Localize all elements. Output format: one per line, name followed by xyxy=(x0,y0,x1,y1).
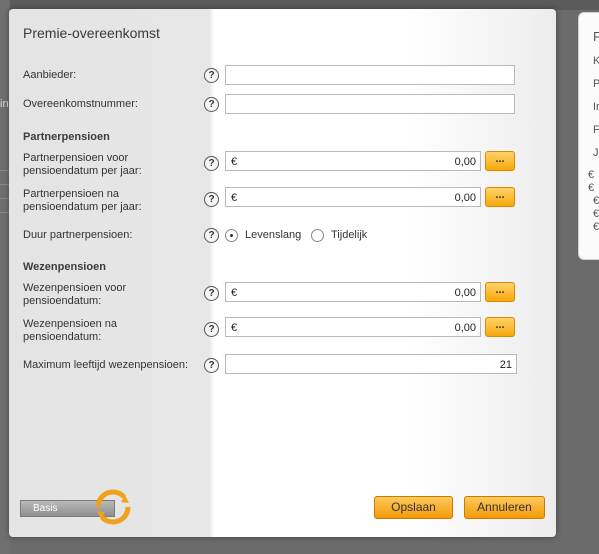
premie-overeenkomst-dialog: Premie-overeenkomst Aanbieder: ? Overeen… xyxy=(9,9,556,537)
label-line: pensioendatum: xyxy=(23,331,102,343)
wezenpensioen-voor-input[interactable]: € 0,00 xyxy=(225,282,481,302)
maximum-leeftijd-value: 21 xyxy=(499,359,512,371)
background-card-text: € xyxy=(593,195,599,207)
amount-value: 0,00 xyxy=(454,322,476,334)
background-card-text: P xyxy=(593,78,599,90)
radio-levenslang[interactable] xyxy=(225,229,238,242)
label-line: pensioendatum per jaar: xyxy=(23,165,142,177)
radio-levenslang-label: Levenslang xyxy=(245,229,302,241)
currency-symbol: € xyxy=(231,322,238,334)
label-line: pensioendatum: xyxy=(23,295,102,307)
section-partnerpensioen: Partnerpensioen xyxy=(23,131,110,143)
partnerpensioen-na-label: Partnerpensioen na pensioendatum per jaa… xyxy=(23,188,142,214)
currency-symbol: € xyxy=(231,156,238,168)
duur-partnerpensioen-label: Duur partnerpensioen: xyxy=(23,229,133,241)
wezenpensioen-na-input[interactable]: € 0,00 xyxy=(225,317,481,337)
background-card-text: € xyxy=(593,208,599,220)
help-icon[interactable]: ? xyxy=(204,286,219,301)
aanbieder-label: Aanbieder: xyxy=(23,69,77,81)
partnerpensioen-voor-more-button[interactable]: ... xyxy=(485,151,515,171)
help-icon[interactable]: ? xyxy=(204,97,219,112)
background-card-title: F xyxy=(593,29,599,44)
amount-value: 0,00 xyxy=(454,156,476,168)
save-button[interactable]: Opslaan xyxy=(374,496,453,519)
help-icon[interactable]: ? xyxy=(204,68,219,83)
sync-icon[interactable] xyxy=(95,489,131,525)
partnerpensioen-voor-input[interactable]: € 0,00 xyxy=(225,151,481,171)
background-card-text: K xyxy=(593,55,599,67)
help-icon[interactable]: ? xyxy=(204,228,219,243)
partnerpensioen-na-more-button[interactable]: ... xyxy=(485,187,515,207)
wezenpensioen-voor-label: Wezenpensioen voor pensioendatum: xyxy=(23,282,126,308)
amount-value: 0,00 xyxy=(454,287,476,299)
wezenpensioen-na-more-button[interactable]: ... xyxy=(485,317,515,337)
background-card-text: € xyxy=(593,221,599,233)
background-text: in xyxy=(0,98,9,110)
overeenkomstnummer-input[interactable] xyxy=(225,94,515,114)
label-line: pensioendatum per jaar: xyxy=(23,201,142,213)
dialog-title: Premie-overeenkomst xyxy=(23,25,160,41)
cancel-button[interactable]: Annuleren xyxy=(464,496,545,519)
label-line: Partnerpensioen voor xyxy=(23,152,129,164)
background-card-text: Ir xyxy=(593,101,599,113)
amount-value: 0,00 xyxy=(454,192,476,204)
radio-tijdelijk[interactable] xyxy=(311,229,324,242)
wezenpensioen-na-label: Wezenpensioen na pensioendatum: xyxy=(23,318,117,344)
help-icon[interactable]: ? xyxy=(204,322,219,337)
background-card-text: F xyxy=(593,124,599,136)
label-line: Partnerpensioen na xyxy=(23,188,120,200)
aanbieder-input[interactable] xyxy=(225,65,515,85)
currency-symbol: € xyxy=(231,287,238,299)
partnerpensioen-na-input[interactable]: € 0,00 xyxy=(225,187,481,207)
maximum-leeftijd-label: Maximum leeftijd wezenpensioen: xyxy=(23,359,189,371)
section-wezenpensioen: Wezenpensioen xyxy=(23,261,106,273)
background-card: F K P Ir F Ja € € € € € xyxy=(578,12,599,260)
label-line: Wezenpensioen na xyxy=(23,318,117,330)
help-icon[interactable]: ? xyxy=(204,358,219,373)
overeenkomstnummer-label: Overeenkomstnummer: xyxy=(23,98,138,110)
radio-tijdelijk-label: Tijdelijk xyxy=(331,229,368,241)
label-line: Wezenpensioen voor xyxy=(23,282,127,294)
currency-symbol: € xyxy=(231,192,238,204)
background-card-text: Ja xyxy=(593,147,599,159)
help-icon[interactable]: ? xyxy=(204,156,219,171)
wezenpensioen-voor-more-button[interactable]: ... xyxy=(485,282,515,302)
partnerpensioen-voor-label: Partnerpensioen voor pensioendatum per j… xyxy=(23,152,142,178)
background-card-text: € xyxy=(588,182,595,194)
maximum-leeftijd-input[interactable]: 21 xyxy=(225,354,517,374)
background-card-text: € xyxy=(588,169,595,181)
help-icon[interactable]: ? xyxy=(204,192,219,207)
